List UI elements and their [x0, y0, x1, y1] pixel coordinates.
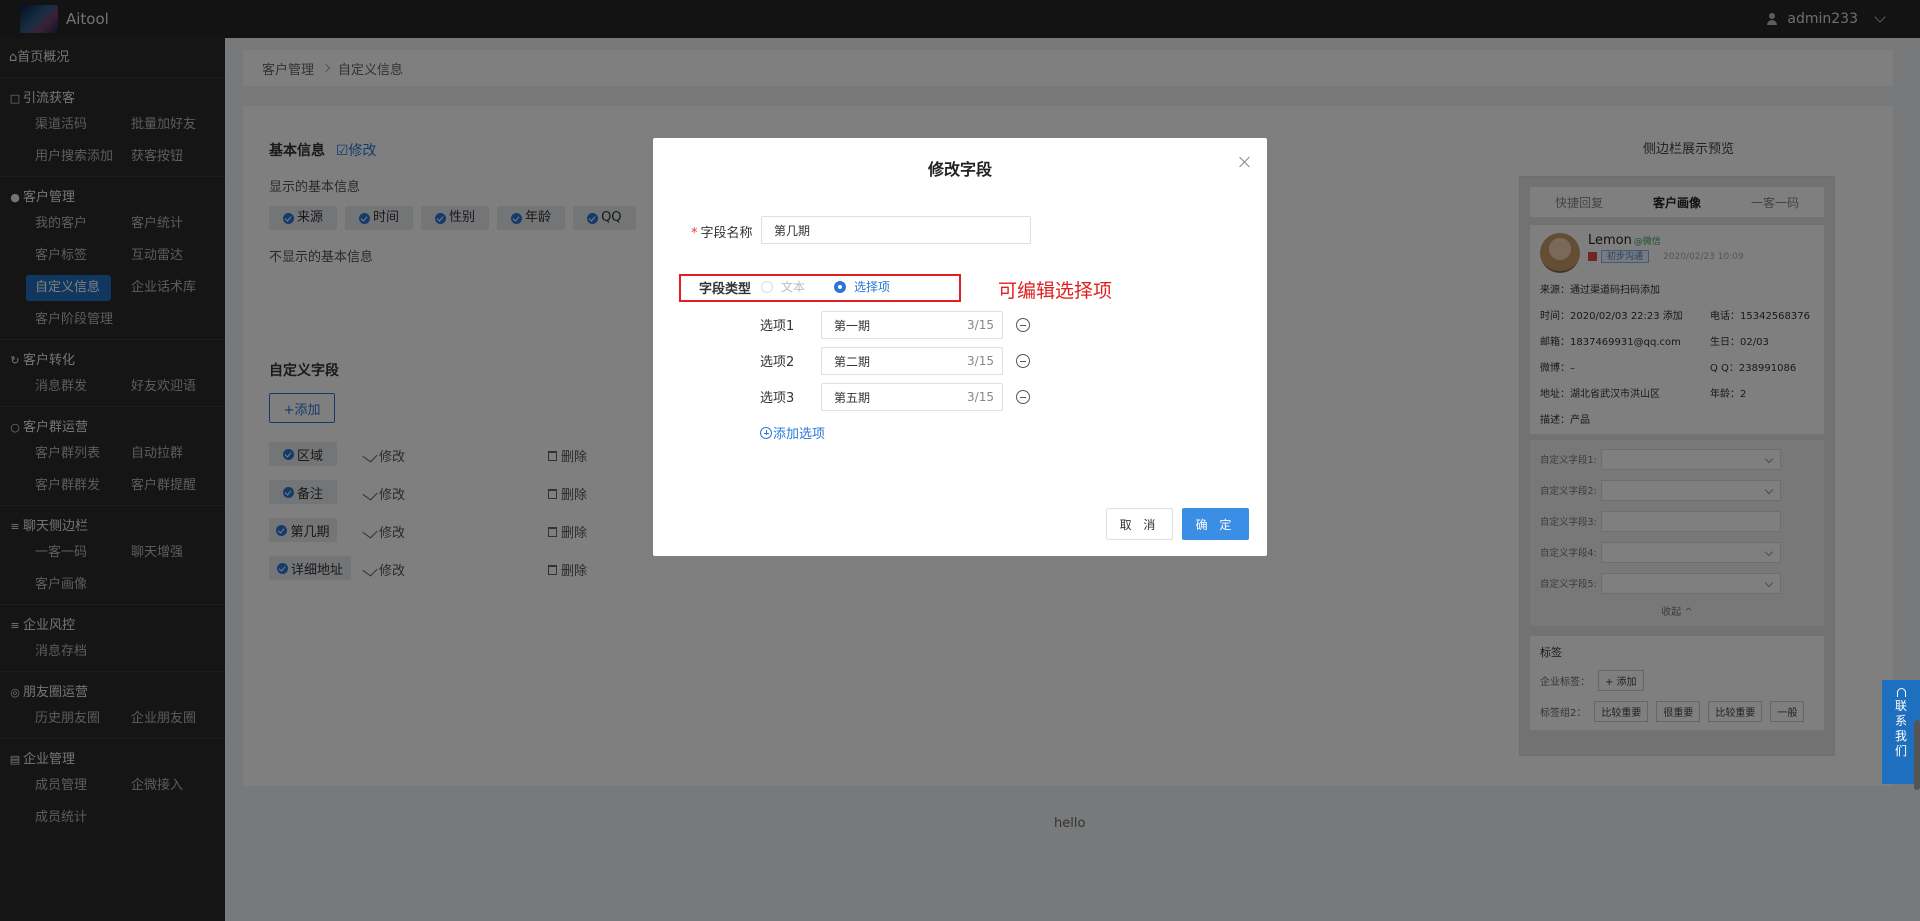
field-name-input[interactable]: 第几期 [761, 216, 1031, 244]
close-icon[interactable] [1239, 156, 1251, 168]
dialog-title: 修改字段 [927, 160, 992, 179]
annotation-text: 可编辑选择项 [998, 280, 1113, 302]
highlight-box [679, 274, 961, 302]
field-name-label: * 字段名称 [691, 226, 753, 241]
option-input[interactable]: 第一期 3/15 [821, 311, 1003, 339]
option-label: 选项3 [760, 391, 795, 406]
option-label: 选项1 [760, 319, 795, 334]
confirm-button[interactable]: 确 定 [1182, 508, 1249, 540]
remove-option-icon[interactable] [1016, 390, 1030, 404]
plus-circle-icon [760, 426, 772, 439]
edit-field-dialog: 修改字段 * 字段名称 第几期 字段类型 文本 选择项 选项1 第一期 3/15 选… [653, 138, 1267, 556]
scrollbar[interactable] [1914, 720, 1920, 790]
cancel-button[interactable]: 取 消 [1106, 508, 1173, 540]
add-option-link[interactable]: 添加选项 [760, 423, 825, 442]
option-label: 选项2 [760, 355, 795, 370]
remove-option-icon[interactable] [1016, 318, 1030, 332]
option-input[interactable]: 第五期 3/15 [821, 383, 1003, 411]
remove-option-icon[interactable] [1016, 354, 1030, 368]
headset-icon [1896, 688, 1906, 697]
option-input[interactable]: 第二期 3/15 [821, 347, 1003, 375]
